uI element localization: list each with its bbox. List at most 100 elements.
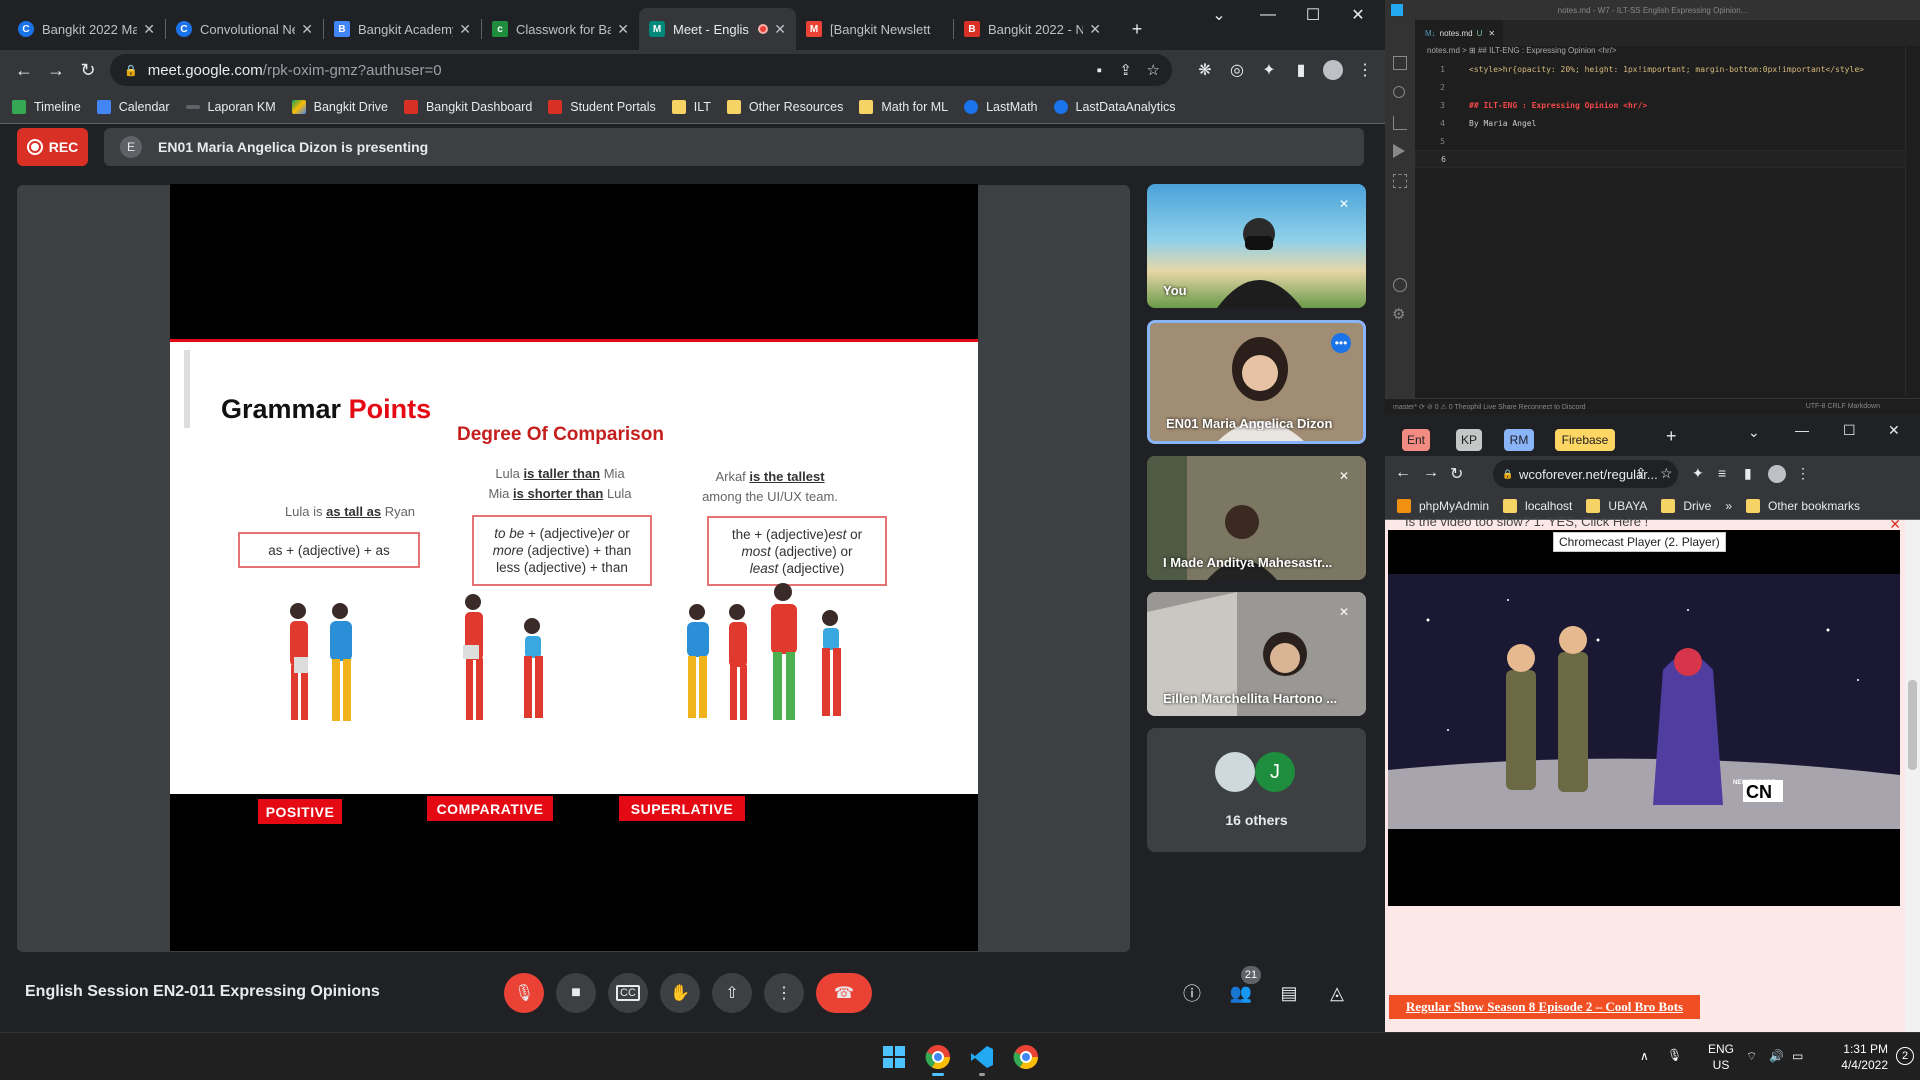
browser-tab[interactable]: B Bangkit Academy ✕: [324, 8, 481, 50]
address-bar[interactable]: 🔒 wcoforever.net/regular...: [1493, 460, 1678, 488]
maximize-icon[interactable]: ☐: [1843, 422, 1856, 439]
episode-link[interactable]: Regular Show Season 8 Episode 2 – Cool B…: [1389, 995, 1700, 1019]
bookmark-folder[interactable]: UBAYA: [1586, 498, 1647, 513]
clock[interactable]: 1:31 PM 4/4/2022: [1818, 1041, 1888, 1073]
scrollbar[interactable]: [1905, 520, 1920, 1032]
microphone-icon[interactable]: 🎙: [1667, 1047, 1682, 1063]
language-indicator[interactable]: ENG US: [1703, 1041, 1739, 1073]
share-icon[interactable]: ⇪: [1635, 465, 1647, 482]
bookmark-star-icon[interactable]: ☆: [1147, 61, 1160, 79]
new-tab-plus-icon[interactable]: +: [1121, 13, 1153, 45]
browser-tab[interactable]: C Bangkit 2022 Ma ✕: [8, 8, 165, 50]
media-control-icon[interactable]: ≡: [1718, 465, 1726, 481]
forward-arrow-icon[interactable]: →: [40, 54, 72, 86]
explorer-icon[interactable]: [1393, 56, 1407, 70]
more-options-button[interactable]: ⋮: [764, 973, 804, 1013]
side-panel-icon[interactable]: ▮: [1744, 465, 1752, 482]
side-panel-icon[interactable]: ▮: [1289, 58, 1313, 82]
code-line[interactable]: 3 ## ILT-ENG : Expressing Opinion <hr/>: [1415, 96, 1920, 114]
close-icon[interactable]: ✕: [617, 21, 629, 38]
page-top-text[interactable]: Is the video too slow? 1. YES, Click Her…: [1405, 514, 1648, 529]
bookmark-item[interactable]: phpMyAdmin: [1397, 498, 1489, 513]
chrome-icon[interactable]: [1010, 1041, 1042, 1073]
back-arrow-icon[interactable]: ←: [1395, 464, 1411, 482]
reload-icon[interactable]: ↻: [72, 54, 104, 86]
minimap[interactable]: [1905, 46, 1920, 396]
chrome-icon[interactable]: [922, 1041, 954, 1076]
video-player[interactable]: CN NEW EPISODE: [1388, 530, 1900, 906]
extension-icon[interactable]: ❋: [1193, 58, 1217, 82]
extension-icon[interactable]: ◎: [1225, 58, 1249, 82]
camera-button[interactable]: ■: [556, 973, 596, 1013]
bookmark-item[interactable]: Laporan KM: [185, 100, 276, 114]
close-icon[interactable]: ✕: [143, 21, 155, 38]
code-line[interactable]: 4 By Maria Angel: [1415, 114, 1920, 132]
maximize-icon[interactable]: ☐: [1290, 0, 1336, 30]
source-control-icon[interactable]: [1393, 116, 1407, 130]
participant-tile-self[interactable]: ✕ You: [1147, 184, 1366, 308]
pinned-tab[interactable]: Ent: [1402, 429, 1430, 451]
mic-off-button[interactable]: 🎙: [504, 973, 544, 1013]
captions-button[interactable]: CC: [608, 973, 648, 1013]
forward-arrow-icon[interactable]: →: [1423, 464, 1439, 482]
bookmark-folder[interactable]: ILT: [671, 99, 711, 114]
other-bookmarks[interactable]: Other bookmarks: [1746, 498, 1860, 513]
profile-avatar[interactable]: [1768, 465, 1786, 483]
activities-button[interactable]: ◬: [1322, 978, 1352, 1008]
pinned-tab[interactable]: Firebase: [1555, 429, 1615, 451]
meeting-details-button[interactable]: ⓘ: [1177, 978, 1207, 1008]
run-debug-icon[interactable]: [1393, 144, 1405, 158]
camera-icon[interactable]: ▪: [1097, 62, 1102, 79]
windows-start-icon[interactable]: [878, 1041, 910, 1073]
raise-hand-button[interactable]: ✋: [660, 973, 700, 1013]
participant-tile-speaking[interactable]: ••• EN01 Maria Angelica Dizon: [1147, 320, 1366, 444]
bookmark-item[interactable]: Calendar: [96, 99, 170, 114]
menu-kebab-icon[interactable]: ⋮: [1796, 465, 1810, 482]
profile-avatar[interactable]: [1321, 58, 1345, 82]
people-button[interactable]: 👥 21: [1226, 966, 1261, 1008]
menu-kebab-icon[interactable]: ⋮: [1353, 58, 1377, 82]
code-line-current[interactable]: 6: [1415, 150, 1920, 168]
close-icon[interactable]: ✕: [774, 21, 786, 38]
code-line[interactable]: 5: [1415, 132, 1920, 150]
minimize-icon[interactable]: —: [1795, 422, 1809, 438]
close-icon[interactable]: ✕: [1089, 21, 1101, 38]
new-tab-plus-icon[interactable]: +: [1666, 426, 1677, 447]
present-button[interactable]: ⇧: [712, 973, 752, 1013]
reload-icon[interactable]: ↻: [1450, 464, 1463, 484]
browser-tab[interactable]: B Bangkit 2022 - N ✕: [954, 8, 1111, 50]
bookmark-item[interactable]: Bangkit Drive: [291, 99, 388, 114]
close-icon[interactable]: ✕: [459, 21, 471, 38]
tab-search-chevron-icon[interactable]: ⌄: [1748, 424, 1760, 441]
back-arrow-icon[interactable]: ←: [8, 54, 40, 86]
extensions-icon[interactable]: [1393, 174, 1407, 188]
pinned-tab[interactable]: KP: [1456, 429, 1482, 451]
settings-gear-icon[interactable]: ⚙: [1392, 305, 1405, 323]
browser-tab-active[interactable]: M Meet - Englis ✕: [639, 8, 796, 50]
bookmark-item[interactable]: LastMath: [964, 99, 1038, 114]
notification-badge[interactable]: 2: [1896, 1047, 1914, 1065]
code-line[interactable]: 1 <style>hr{opacity: 20%; height: 1px!imp…: [1415, 60, 1920, 78]
leave-call-button[interactable]: ☎: [816, 973, 872, 1013]
tab-search-chevron-icon[interactable]: ⌄: [1196, 0, 1242, 30]
search-icon[interactable]: [1393, 86, 1405, 98]
accounts-icon[interactable]: [1393, 278, 1407, 292]
pinned-tab[interactable]: RM: [1504, 429, 1534, 451]
bookmark-item[interactable]: LastDataAnalytics: [1053, 99, 1176, 114]
browser-tab[interactable]: C Convolutional Ne ✕: [166, 8, 323, 50]
others-tile[interactable]: J 16 others: [1147, 728, 1366, 852]
bookmark-item[interactable]: Student Portals: [548, 99, 656, 114]
bookmarks-overflow-button[interactable]: »: [1725, 499, 1732, 513]
bookmark-folder[interactable]: localhost: [1503, 498, 1572, 513]
puzzle-icon[interactable]: ✦: [1692, 465, 1704, 482]
bookmark-folder[interactable]: Math for ML: [859, 99, 948, 114]
browser-tab[interactable]: M [Bangkit Newslett: [796, 8, 953, 50]
chat-button[interactable]: ▤: [1274, 978, 1304, 1008]
volume-icon[interactable]: 🔊: [1769, 1048, 1784, 1064]
bookmark-folder[interactable]: Drive: [1661, 498, 1711, 513]
wifi-icon[interactable]: ⌔: [1746, 1048, 1757, 1064]
bookmark-folder[interactable]: Other Resources: [726, 99, 843, 114]
browser-tab[interactable]: c Classwork for Ban ✕: [482, 8, 639, 50]
code-line[interactable]: 2: [1415, 78, 1920, 96]
puzzle-icon[interactable]: ✦: [1257, 58, 1281, 82]
